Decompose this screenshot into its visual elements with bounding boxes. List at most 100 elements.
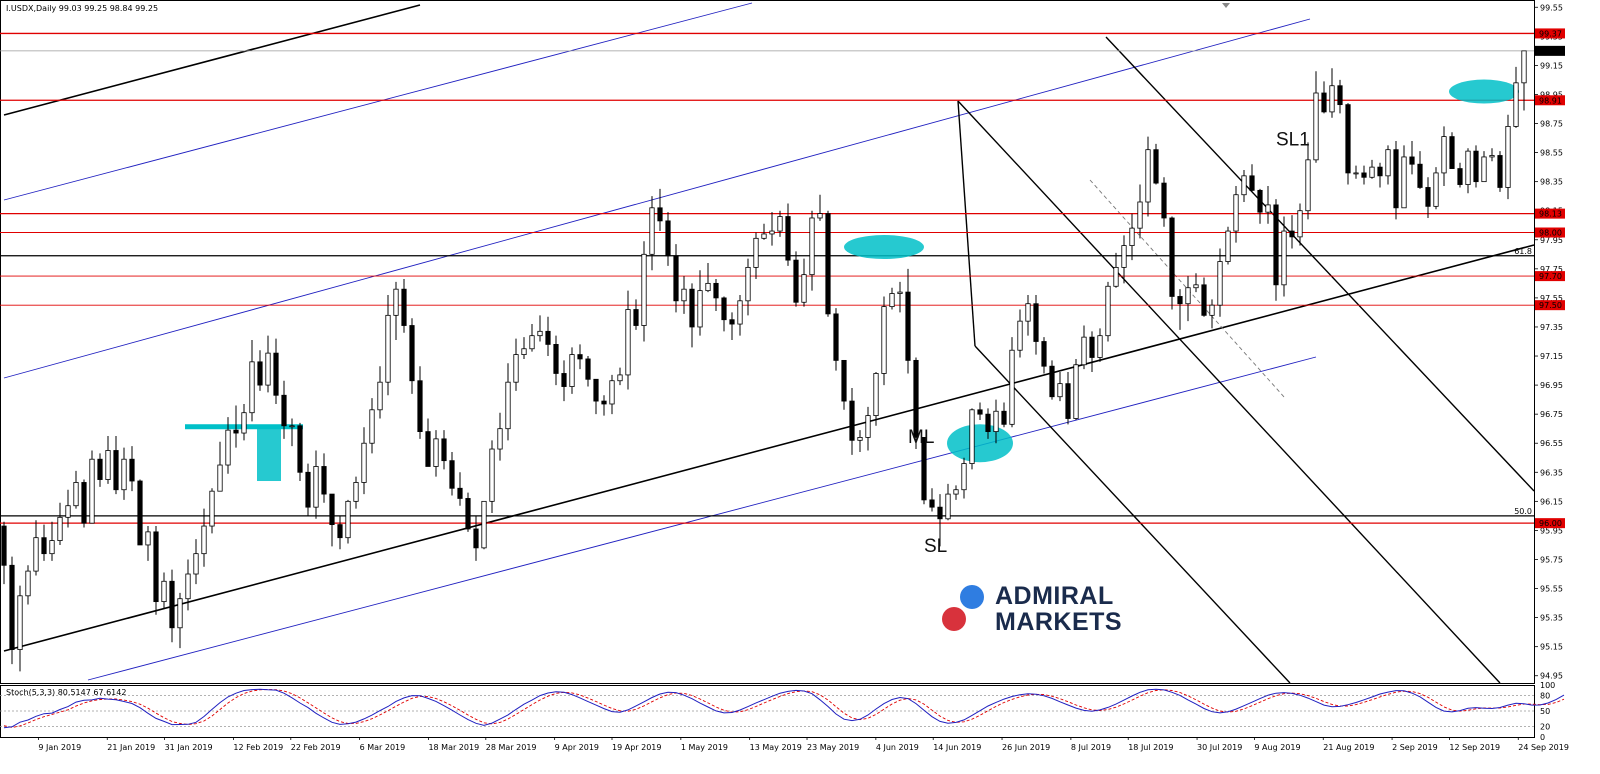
candle-body [313,466,319,508]
candle-body [817,213,823,219]
candle [1025,294,1031,336]
candle-body [577,354,583,360]
candle-body [1049,365,1055,398]
candle-body [1185,287,1191,305]
candle [81,479,87,528]
candle [841,359,847,410]
candle-body [105,450,111,480]
candle-body [1017,320,1023,351]
candle [449,451,455,496]
candle-body [1041,341,1047,367]
candle-body [1,525,7,566]
candle-body [1009,349,1015,425]
x-tick-label: 8 Jul 2019 [1071,743,1111,752]
candle-body [609,380,615,405]
candle [1265,186,1271,224]
candle [569,347,575,394]
candle-body [1345,104,1351,174]
candle-body [545,330,551,345]
candle [281,380,287,439]
candle [1089,331,1095,373]
highlight-ellipse-sep [1449,79,1519,104]
pitchfork-handle-black [957,100,976,347]
candle-body [1369,166,1375,178]
candle [681,276,687,314]
x-tick-label: 18 Mar 2019 [428,743,479,752]
level-tag-text-97.50: 97.50 [1539,301,1562,310]
candle-body [409,325,415,382]
candle-body [1401,156,1407,209]
x-tick-label: 22 Feb 2019 [291,743,341,752]
candle-body [657,207,663,222]
channel-line-top-blue [3,2,753,201]
candle-body [1057,383,1063,398]
candle-body [481,500,487,549]
candle [137,479,143,546]
candle [889,287,895,310]
candle-body [297,425,303,473]
candle [1465,148,1471,194]
annotation-ML: ML [908,427,934,448]
candle-body [201,525,207,555]
candle [1433,167,1439,210]
chart-canvas[interactable]: 61.850.0SL1umlslMLmlSLI.USDX,Daily 99.03… [0,0,1600,774]
candle [265,335,271,393]
candle-body [225,429,231,466]
y-tick-label: 98.75 [1540,120,1563,129]
shift-marker-icon [1222,3,1230,8]
candle [553,335,559,386]
candle-body [9,564,15,650]
y-tick-label: 95.15 [1540,643,1563,652]
candle-body [681,288,687,302]
candle-body [1465,150,1471,185]
candle-body [1137,201,1143,229]
candle [1073,358,1079,420]
candle [89,450,95,524]
candle-body [321,466,327,495]
candle-body [329,493,335,526]
candle [257,350,263,391]
highlight-ellipse-jun [947,424,1013,463]
candle [1425,177,1431,218]
candle-body [1001,410,1007,425]
candle-body [1129,227,1135,246]
candle [345,499,351,544]
candle-body [1521,50,1527,84]
candle [1353,165,1359,179]
candle-body [889,293,895,308]
candle-body [137,480,143,546]
candle [297,422,303,482]
candle-body [849,400,855,441]
candle [1233,186,1239,243]
candle-body [1193,284,1199,289]
candle-body [449,460,455,489]
candle [737,294,743,336]
candle [865,406,871,451]
candle-body [945,493,951,520]
candle-body [169,580,175,629]
candle-body [1097,335,1103,358]
candle-body [1513,82,1519,127]
x-tick-label: 23 May 2019 [807,743,859,752]
candle [1145,136,1151,217]
candle-body [177,598,183,629]
candle [433,430,439,477]
candle-body [793,259,799,303]
x-tick-label: 12 Sep 2019 [1449,743,1500,752]
x-tick-label: 30 Jul 2019 [1197,743,1242,752]
candle-body [129,458,135,482]
candle [1009,337,1015,428]
candle-body [1337,85,1343,106]
candle [897,281,903,313]
y-tick-label: 96.35 [1540,468,1563,477]
candle-body [737,300,743,325]
brand-line1: ADMIRAL [995,582,1114,610]
candle [729,312,735,341]
candle-body [633,309,639,326]
candle [673,244,679,313]
candle [1137,184,1143,239]
y-tick-label: 94.95 [1540,672,1563,681]
candle [1513,66,1519,128]
candle [1385,145,1391,185]
candle [121,447,127,500]
